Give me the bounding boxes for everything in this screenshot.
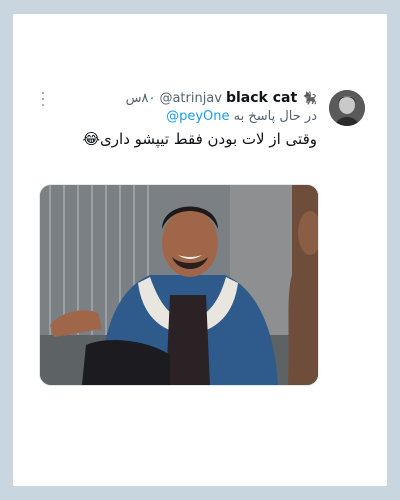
more-vertical-icon[interactable] <box>35 92 51 106</box>
display-name-text[interactable]: black cat <box>226 90 297 106</box>
tweet-card: black cat 🐈‍⬛ @atrinjav ۸۰س در حال پاسخ … <box>13 14 387 486</box>
timestamp[interactable]: ۸۰س <box>126 91 156 106</box>
avatar[interactable] <box>329 90 365 126</box>
tweet-header: black cat 🐈‍⬛ @atrinjav ۸۰س <box>126 88 317 108</box>
tweet-media-image[interactable] <box>39 184 319 386</box>
user-handle[interactable]: @atrinjav <box>159 91 222 106</box>
display-name[interactable]: black cat 🐈‍⬛ <box>226 90 317 106</box>
tweet-text: وقتی از لات بودن فقط تیپشو داری😂 <box>82 130 317 148</box>
cat-icon: 🐈‍⬛ <box>302 91 317 105</box>
reply-prefix: در حال پاسخ به <box>233 109 317 124</box>
reply-mention-link[interactable]: @peyOne <box>166 109 229 124</box>
reply-to-line: در حال پاسخ به @peyOne <box>166 109 317 124</box>
